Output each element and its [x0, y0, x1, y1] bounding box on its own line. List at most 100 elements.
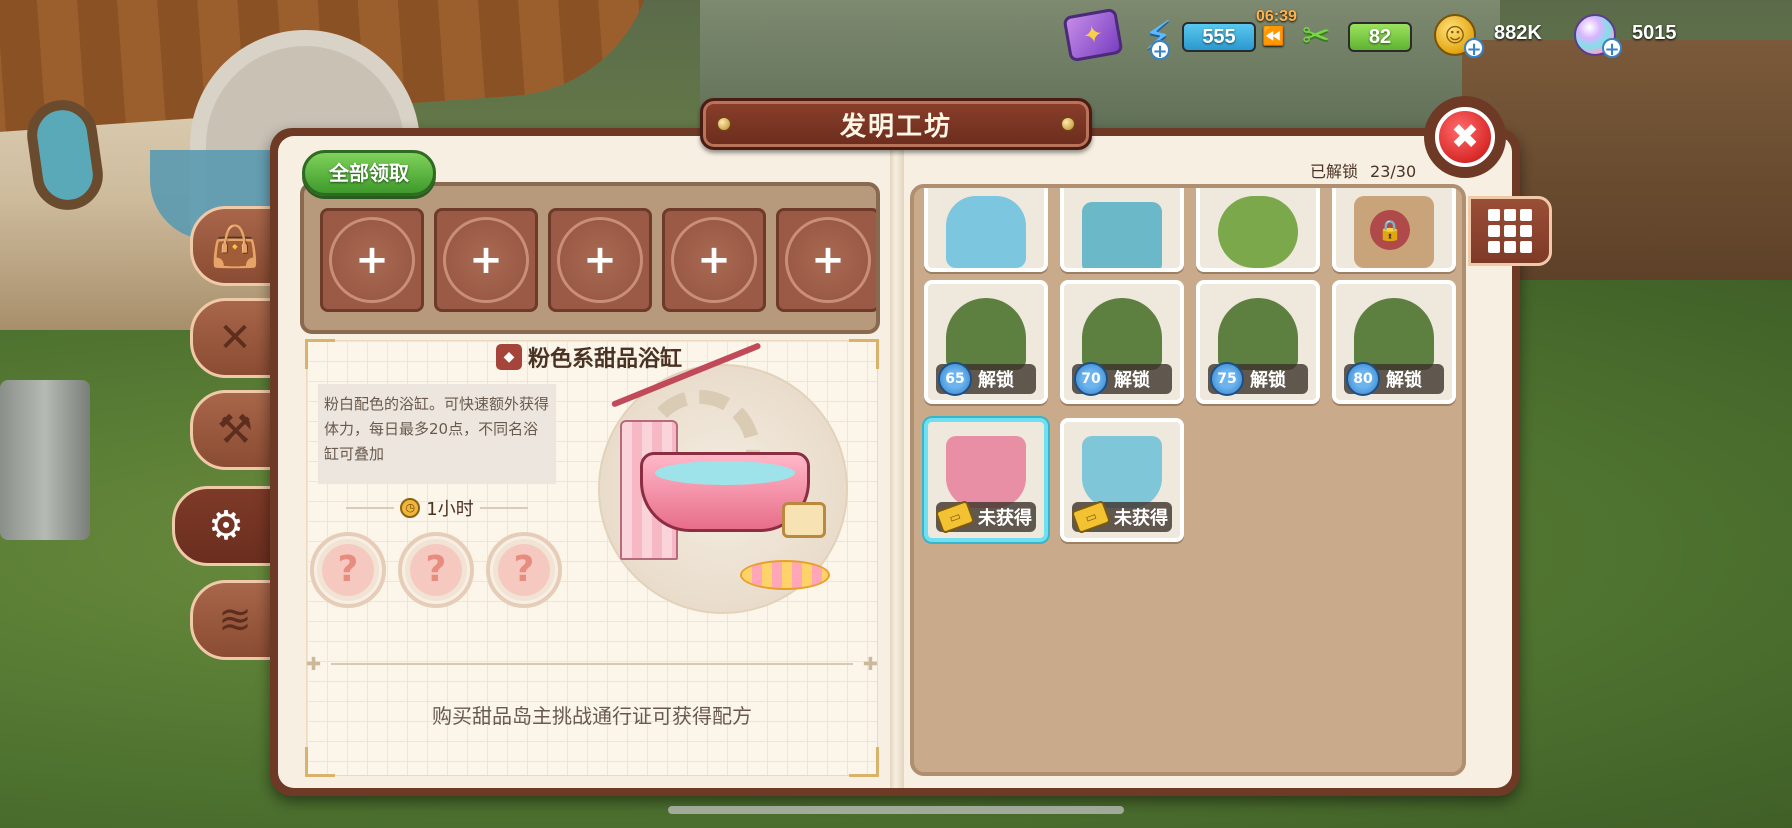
- recipe-level-75[interactable]: 75 解锁: [1196, 280, 1320, 404]
- energy-add-button[interactable]: +: [1150, 40, 1170, 61]
- recipe-blue-bathtub[interactable]: ▭ 未获得: [1060, 418, 1184, 542]
- craft-slot-1[interactable]: +: [320, 208, 424, 312]
- material-slot-1[interactable]: ?: [310, 532, 386, 608]
- recipe-level-70[interactable]: 70 解锁: [1060, 280, 1184, 404]
- separator-ornament: ✚: [306, 653, 322, 675]
- stone-pot: [0, 380, 90, 540]
- rug-art: [740, 560, 830, 590]
- plant-machine-art: [1082, 298, 1162, 370]
- divider-ornament: [479, 507, 528, 509]
- plant-machine-art: [1218, 298, 1298, 370]
- hammer-icon: ⚒: [217, 407, 253, 453]
- unlocked-counter: 已解锁 23/30: [1310, 158, 1416, 182]
- corner-ornament: [849, 339, 879, 369]
- fruit-robot-art: [1218, 196, 1298, 268]
- recipe-level-80[interactable]: 80 解锁: [1332, 280, 1456, 404]
- corner-ornament: [305, 747, 335, 777]
- item-title: ◆ 粉色系甜品浴缸: [496, 342, 682, 372]
- material-slot-3[interactable]: ?: [486, 532, 562, 608]
- tab-genetics[interactable]: ≋: [190, 580, 280, 660]
- unlocked-count: 23/30: [1370, 162, 1417, 181]
- recipe-level-65[interactable]: 65 解锁: [924, 280, 1048, 404]
- recipe-fruit-robot[interactable]: [1196, 188, 1320, 272]
- separator-ornament: ✚: [862, 653, 878, 675]
- panel-title: 发明工坊: [839, 111, 952, 142]
- not-obtained-badge: ▭ 未获得: [1070, 499, 1172, 535]
- recipe-treadmill[interactable]: [1060, 188, 1184, 272]
- level-flower-icon: 70: [1074, 362, 1108, 396]
- tag-icon: ◆: [496, 344, 522, 370]
- add-icon: +: [671, 217, 757, 303]
- grid-view-button[interactable]: [1468, 196, 1552, 266]
- add-icon: +: [785, 217, 871, 303]
- panel-title-plate: 发明工坊: [700, 98, 1092, 150]
- craft-time: 1小时: [426, 499, 474, 520]
- treadmill-art: [1082, 202, 1162, 268]
- food-value: 82: [1348, 22, 1412, 52]
- recipe-hint: 购买甜品岛主挑战通行证可获得配方: [432, 704, 752, 728]
- material-slot-2[interactable]: ?: [398, 532, 474, 608]
- unlock-label: 解锁: [1250, 370, 1286, 391]
- clock-icon: ◷: [400, 498, 421, 518]
- rewind-icon: ⏪: [1262, 26, 1285, 47]
- section-separator: ✚ ✚: [306, 654, 878, 675]
- coin-add-button[interactable]: +: [1464, 38, 1484, 59]
- quest-book-icon[interactable]: ✦: [1062, 7, 1124, 63]
- add-icon: +: [329, 217, 415, 303]
- page-divider: [890, 136, 904, 788]
- ticket-icon: ▭: [1070, 499, 1112, 535]
- craft-time-row: ◷ 1小时: [318, 494, 556, 522]
- item-name: 粉色系甜品浴缸: [528, 347, 683, 372]
- craft-slot-4[interactable]: +: [662, 208, 766, 312]
- recipe-locked-bag[interactable]: 🔒: [1332, 188, 1456, 272]
- lock-icon: 🔒: [1370, 210, 1410, 250]
- recipe-toilet[interactable]: [924, 188, 1048, 272]
- unlock-badge: 65 解锁: [936, 362, 1036, 396]
- lightbulb-gear-icon: ⚙: [208, 503, 244, 549]
- plant-machine-art: [1354, 298, 1434, 370]
- fork-spoon-icon: ✂: [1302, 16, 1331, 56]
- pink-bathtub-art: [946, 436, 1026, 508]
- question-icon: ?: [410, 544, 462, 596]
- not-obtained-label: 未获得: [978, 508, 1032, 529]
- coin-value: 882K: [1494, 22, 1542, 44]
- craft-slot-2[interactable]: +: [434, 208, 538, 312]
- tab-invention[interactable]: ⚙: [172, 486, 280, 566]
- question-icon: ?: [322, 544, 374, 596]
- unlock-badge: 70 解锁: [1072, 362, 1172, 396]
- craft-slot-tray: + + + + +: [300, 182, 880, 334]
- dna-icon: ≋: [218, 597, 252, 643]
- rivet-left: [717, 117, 731, 131]
- unlock-label: 解锁: [1114, 370, 1150, 391]
- craft-slot-5[interactable]: +: [776, 208, 876, 312]
- add-icon: +: [443, 217, 529, 303]
- plant-machine-art: [946, 298, 1026, 370]
- tab-crafting[interactable]: ⚒: [190, 390, 280, 470]
- unlock-label: 解锁: [978, 370, 1014, 391]
- close-icon: ✖: [1435, 107, 1495, 167]
- recipe-pink-bathtub[interactable]: ▭ 未获得: [924, 418, 1048, 542]
- toilet-art: [946, 196, 1026, 268]
- energy-value: 555: [1182, 22, 1256, 52]
- close-button[interactable]: ✖: [1424, 96, 1506, 178]
- stool-art: [782, 502, 826, 538]
- question-icon: ?: [498, 544, 550, 596]
- tab-bag[interactable]: 👜: [190, 206, 280, 286]
- bag-icon: 👜: [210, 223, 260, 270]
- tab-cooking[interactable]: ✕: [190, 298, 280, 378]
- craft-slot-3[interactable]: +: [548, 208, 652, 312]
- gem-add-button[interactable]: +: [1602, 38, 1622, 59]
- add-icon: +: [557, 217, 643, 303]
- recipe-list: 🔒 65 解锁 70 解锁 75 解锁 80 解锁 ▭ 未获得 ▭ 未获得: [910, 184, 1466, 776]
- home-indicator: [668, 806, 1124, 814]
- not-obtained-badge: ▭ 未获得: [934, 499, 1036, 535]
- claim-all-button[interactable]: 全部领取: [302, 150, 436, 196]
- level-flower-icon: 80: [1346, 362, 1380, 396]
- grid-icon: [1488, 209, 1500, 221]
- blue-bathtub-art: [1082, 436, 1162, 508]
- not-obtained-label: 未获得: [1114, 508, 1168, 529]
- item-description: 粉白配色的浴缸。可快速额外获得体力，每日最多20点，不同名浴缸可叠加: [318, 384, 556, 484]
- gem-value: 5015: [1632, 22, 1677, 44]
- separator-bar: [331, 663, 853, 665]
- energy-timer: 06:39: [1256, 8, 1297, 25]
